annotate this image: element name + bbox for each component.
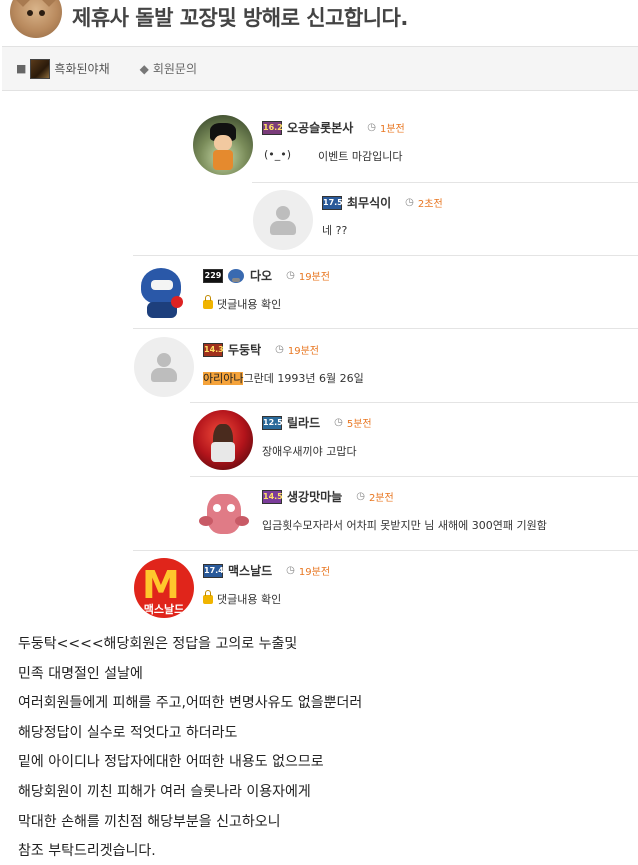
comment-text: 입금횟수모자라서 어차피 못받지만 님 새해에 300연패 기원함 — [262, 519, 547, 532]
commenter-nick[interactable]: 릴라드 — [287, 414, 320, 431]
author-mini-avatar — [30, 58, 51, 79]
body-line: 해당회원이 끼친 피해가 여러 슬롯나라 이용자에게 — [18, 783, 311, 800]
commenter-avatar[interactable] — [253, 190, 313, 250]
body-line: 막대한 손해를 끼친점 해당부분을 신고하오니 — [18, 813, 281, 830]
body-line: 두둥탁<<<<해당회원은 정답을 고의로 누출및 — [18, 636, 298, 652]
clock-icon: ◷ — [286, 270, 295, 281]
comment-item: M 맥스날드 17.4 맥스날드 ◷ 19분전 댓글내용 확인 — [133, 550, 638, 620]
comment-time: 1분전 — [379, 124, 405, 135]
clock-icon: ◷ — [334, 417, 343, 428]
commenter-nick[interactable]: 최무식이 — [347, 194, 391, 211]
comment-item: 229 다오 ◷ 19분전 댓글내용 확인 — [133, 255, 638, 328]
lock-icon — [203, 590, 213, 604]
body-line: 밑에 아이디나 정답자에대한 어떠한 내용도 없으므로 — [18, 754, 324, 771]
commenter-avatar[interactable] — [193, 115, 253, 175]
comment-time: 2분전 — [368, 493, 394, 504]
commenter-nick[interactable]: 두둥탁 — [228, 341, 261, 358]
post-body: 두둥탁<<<<해당회원은 정답을 고의로 누출및 민족 대명절인 설날에 여러회… — [18, 630, 362, 865]
commenter-avatar[interactable] — [134, 337, 194, 397]
comment-time: 5분전 — [346, 419, 372, 430]
comment-text: 댓글내용 확인 — [203, 590, 281, 607]
author-name[interactable]: 흑화된야채 — [54, 60, 109, 77]
commenter-avatar[interactable] — [133, 262, 193, 322]
clock-icon: ◷ — [286, 565, 295, 576]
comment-text: 댓글내용 확인 — [203, 295, 281, 312]
level-badge: 17.4 — [203, 563, 224, 578]
clock-icon: ◷ — [275, 344, 284, 355]
body-line: 여러회원들에게 피해를 주고,어떠한 변명사유도 없을뿐더러 — [18, 695, 363, 712]
comment-time: 19분전 — [298, 272, 330, 283]
post-category[interactable]: 회원문의 — [153, 60, 197, 77]
post-title: 제휴사 돌발 꼬장및 방해로 신고합니다. — [72, 6, 408, 30]
level-badge: 229 — [203, 268, 223, 283]
comment-time: 19분전 — [287, 346, 319, 357]
comment-item: 12.5 릴라드 ◷ 5분전 장애우새끼야 고맙다 — [190, 402, 638, 476]
commenter-avatar[interactable] — [193, 484, 253, 544]
comment-time: 2초전 — [417, 199, 443, 210]
clock-icon: ◷ — [356, 491, 365, 502]
body-line: 참조 부탁드리겟습니다. — [18, 843, 156, 860]
comment-text: 네 ?? — [322, 224, 348, 237]
commenter-avatar[interactable]: M 맥스날드 — [134, 558, 194, 618]
level-badge: 14.5 — [262, 489, 283, 504]
comment-text: 이벤트 마감입니다 — [318, 150, 403, 163]
lock-icon — [203, 295, 213, 309]
author-avatar — [10, 0, 62, 38]
clock-icon: ◷ — [405, 197, 414, 208]
comment-text: 아리아나그란데 1993년 6월 26일 — [203, 372, 364, 385]
level-badge: 17.5 — [322, 195, 343, 210]
commenter-nick[interactable]: 다오 — [250, 267, 272, 284]
commenter-nick[interactable]: 오공슬롯본사 — [287, 119, 353, 136]
body-line: 해당정답이 실수로 적엇다고 하더라도 — [18, 724, 238, 741]
tag-icon: ◆ — [139, 61, 149, 76]
level-badge: 12.5 — [262, 415, 283, 430]
comment-item: 14.5 생강맛마늘 ◷ 2분전 입금횟수모자라서 어차피 못받지만 님 새해에… — [190, 476, 638, 550]
comment-item: 16.2 오공슬롯본사 ◷ 1분전 (•_•) 이벤트 마감입니다 — [190, 100, 638, 182]
level-badge: 14.3 — [203, 342, 224, 357]
user-icon: ■ — [16, 62, 27, 75]
body-line: 민족 대명절인 설날에 — [18, 665, 143, 682]
highlighted-text: 아리아나 — [203, 372, 244, 385]
level-badge: 16.2 — [262, 120, 283, 135]
kaomoji: (•_•) — [264, 148, 292, 161]
commenter-nick[interactable]: 맥스날드 — [228, 562, 272, 579]
comment-time: 19분전 — [298, 567, 331, 578]
comment-item: 14.3 두둥탁 ◷ 19분전 아리아나그란데 1993년 6월 26일 — [133, 328, 638, 402]
comment-text: 장애우새끼야 고맙다 — [262, 445, 357, 458]
commenter-nick[interactable]: 생강맛마늘 — [287, 488, 342, 505]
comment-item: 17.5 최무식이 ◷ 2초전 네 ?? — [252, 182, 638, 255]
commenter-avatar[interactable] — [193, 410, 253, 470]
clock-icon: ◷ — [367, 122, 376, 133]
rank-icon — [228, 268, 244, 283]
post-meta-bar: ■ 흑화된야채 ◆ 회원문의 — [2, 46, 638, 91]
